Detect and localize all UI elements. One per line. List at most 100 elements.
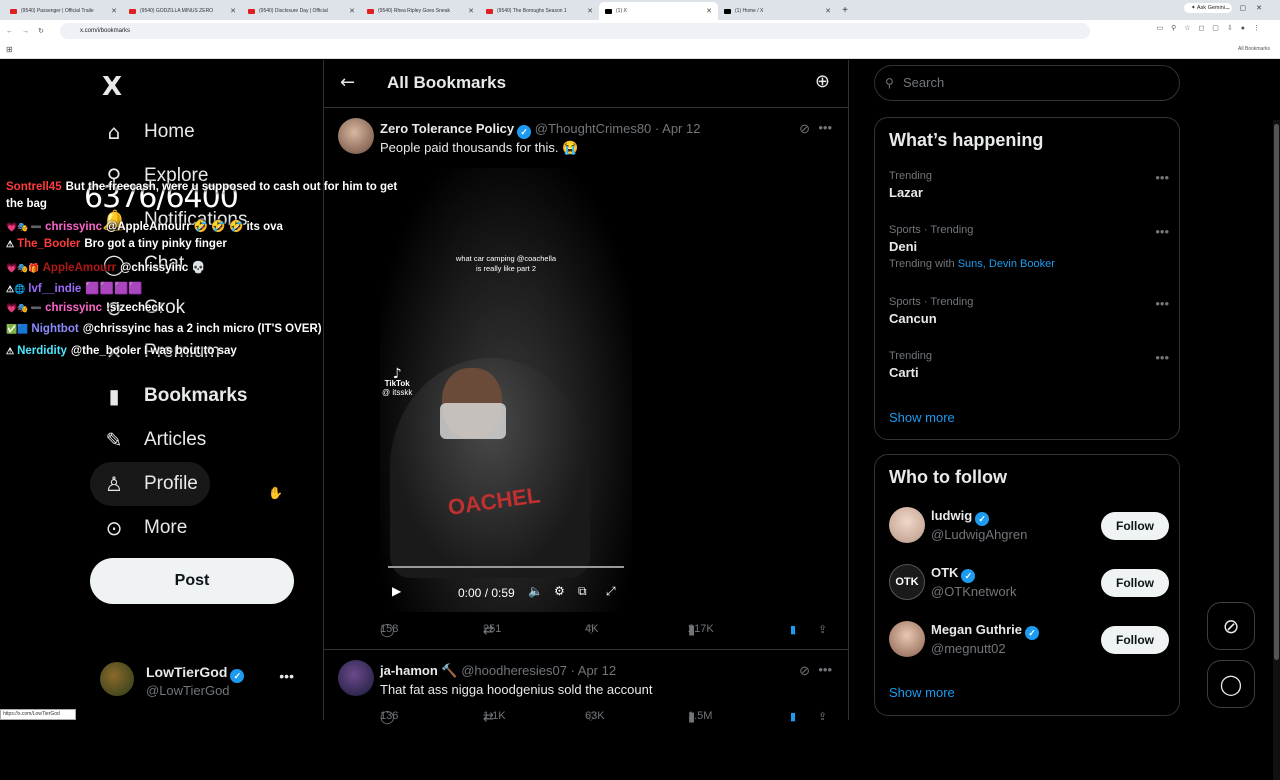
nav-item-notifications[interactable]: 🔔 Notifications [90, 198, 260, 242]
address-bar[interactable]: x.com/i/bookmarks [60, 23, 1090, 39]
nav-item-articles[interactable]: ✎ Articles [90, 418, 218, 462]
grok-icon[interactable]: ⊘ [799, 663, 810, 679]
browser-tab[interactable]: (1) X ✕ [599, 2, 718, 20]
trend-item[interactable]: Sports · Trending Cancun ••• [889, 296, 1169, 326]
follow-button[interactable]: Follow [1101, 569, 1169, 597]
tweet-date[interactable]: · Apr 12 [655, 121, 701, 136]
grok-icon[interactable]: ⊘ [799, 121, 810, 137]
close-tab-icon[interactable]: ✕ [706, 7, 712, 15]
tweet-video[interactable]: OACHEL what car camping @coachella is rea… [380, 168, 632, 612]
all-bookmarks-link[interactable]: All Bookmarks [1238, 46, 1270, 52]
back-arrow-icon[interactable]: ← [340, 72, 355, 93]
nav-item-explore[interactable]: ⚲ Explore [90, 154, 220, 198]
scrollbar-thumb[interactable] [1274, 124, 1279, 660]
close-tab-icon[interactable]: ✕ [468, 7, 474, 15]
reload-icon[interactable]: ↻ [38, 27, 44, 35]
more-dots-icon[interactable]: ••• [1155, 224, 1169, 239]
messages-fab-icon[interactable]: ◯ [1207, 660, 1255, 708]
close-tab-icon[interactable]: ✕ [230, 7, 236, 15]
apps-grid-icon[interactable]: ⊞ [6, 45, 13, 54]
more-dots-icon[interactable]: ••• [1155, 170, 1169, 185]
browser-tab[interactable]: (1) Home / X ✕ [718, 2, 837, 20]
scrollbar[interactable] [1273, 120, 1280, 780]
browser-tab[interactable]: (9540) The Boroughs Season 1 ✕ [480, 2, 599, 20]
close-tab-icon[interactable]: ✕ [111, 7, 117, 15]
forward-nav-icon[interactable]: → [22, 28, 29, 35]
play-icon[interactable]: ▶ [392, 584, 401, 598]
browser-tab[interactable]: (9540) GODZILLA MINUS ZERO ✕ [123, 2, 242, 20]
x-favicon-icon [724, 8, 731, 14]
grok-fab-icon[interactable]: ⊘ [1207, 602, 1255, 650]
browser-tab[interactable]: (9540) Disclosure Day | Official ✕ [242, 2, 361, 20]
show-more-link[interactable]: Show more [889, 685, 955, 700]
more-dots-icon[interactable]: ••• [818, 662, 832, 677]
back-nav-icon[interactable]: ← [6, 28, 13, 35]
trend-item[interactable]: Trending Carti ••• [889, 350, 1169, 380]
more-icon: ⊙ [105, 516, 123, 540]
window-controls[interactable]: –▢✕ [1226, 4, 1272, 12]
fullscreen-icon[interactable]: ⤢ [606, 584, 616, 599]
close-tab-icon[interactable]: ✕ [349, 7, 355, 15]
post-button[interactable]: Post [90, 558, 294, 604]
follow-button[interactable]: Follow [1101, 626, 1169, 654]
follow-suggestion[interactable]: OTK OTK ✓ @OTKnetwork Follow [889, 564, 1169, 608]
account-switcher[interactable]: LowTierGod ✓ @LowTierGod ••• [100, 660, 310, 704]
who-to-follow-panel: Who to follow ludwig ✓ @LudwigAhgren Foll… [874, 454, 1180, 716]
tweet-author[interactable]: ja-hamon 🔨 @hoodheresies07 · Apr 12 [380, 663, 616, 679]
tweet[interactable]: ja-hamon 🔨 @hoodheresies07 · Apr 12 ⊘ ••… [324, 650, 848, 725]
bookmark-icon[interactable]: ▮ [790, 623, 796, 636]
bookmark-icon[interactable]: ▮ [790, 710, 796, 723]
tweet[interactable]: Zero Tolerance Policy ✓ @ThoughtCrimes80 … [324, 108, 848, 649]
new-tab-button[interactable]: + [837, 2, 853, 20]
nav-item-bookmarks[interactable]: ▮ Bookmarks [90, 374, 260, 418]
pip-icon[interactable]: ⧉ [578, 584, 587, 599]
nav-item-label: More [144, 517, 188, 538]
close-tab-icon[interactable]: ✕ [825, 7, 831, 15]
show-more-link[interactable]: Show more [889, 410, 955, 425]
nav-item-label: Bookmarks [144, 385, 248, 406]
avatar[interactable]: OTK [889, 564, 925, 600]
nav-item-home[interactable]: ⌂ Home [90, 110, 207, 154]
more-dots-icon[interactable]: ••• [818, 120, 832, 135]
tweet-handle[interactable]: @hoodheresies07 [461, 663, 567, 678]
tiktok-watermark: ♪ TikTok @ itsskk [382, 366, 413, 397]
browser-tab[interactable]: (9540) Rhea Ripley Goes Sneak ✕ [361, 2, 480, 20]
follow-suggestion[interactable]: ludwig ✓ @LudwigAhgren Follow [889, 507, 1169, 551]
nav-item-label: Home [144, 121, 195, 142]
tweet-handle[interactable]: @ThoughtCrimes80 [535, 121, 652, 136]
follow-button[interactable]: Follow [1101, 512, 1169, 540]
more-dots-icon[interactable]: ••• [1155, 296, 1169, 311]
follow-suggestion[interactable]: Megan Guthrie ✓ @megnutt02 Follow [889, 621, 1169, 665]
nav-item-label: Premium [144, 341, 221, 362]
avatar[interactable] [889, 621, 925, 657]
tweet-author[interactable]: Zero Tolerance Policy ✓ @ThoughtCrimes80 … [380, 121, 700, 139]
share-icon[interactable]: ⇪ [818, 710, 827, 723]
bell-icon: 🔔 [102, 208, 127, 232]
close-tab-icon[interactable]: ✕ [587, 7, 593, 15]
bookmark-folder-icon[interactable]: ⊕ [815, 71, 830, 92]
trend-item[interactable]: Trending Lazar ••• [889, 170, 1169, 200]
tweet-date[interactable]: · Apr 12 [571, 663, 617, 678]
nav-item-more[interactable]: ⊙ More [90, 506, 199, 550]
more-dots-icon[interactable]: ••• [279, 668, 294, 684]
share-icon[interactable]: ⇪ [818, 623, 827, 636]
settings-icon[interactable]: ⚙ [554, 584, 565, 598]
avatar[interactable] [338, 118, 374, 154]
bookmarks-bar: ⊞ All Bookmarks [0, 42, 1280, 59]
x-logo-icon[interactable]: X [102, 72, 122, 102]
trend-item[interactable]: Sports · Trending Deni Trending with Suns,… [889, 224, 1169, 270]
profile-icon: ♙ [105, 472, 123, 496]
video-progress-bar[interactable] [388, 566, 624, 568]
verified-icon: ✓ [230, 669, 245, 683]
nav-item-profile[interactable]: ♙ Profile [90, 462, 210, 506]
nav-item-grok[interactable]: ⊘ Grok [90, 286, 197, 330]
toolbar-icons[interactable]: ▭⚲☆◻▢⇩●⋮ [1156, 24, 1268, 32]
browser-tab[interactable]: (9540) Passenger | Official Traile ✕ [4, 2, 123, 20]
search-input[interactable]: ⚲ Search [874, 65, 1180, 101]
volume-icon[interactable]: 🔈 [528, 584, 543, 598]
nav-item-chat[interactable]: ◯ Chat [90, 242, 196, 286]
more-dots-icon[interactable]: ••• [1155, 350, 1169, 365]
avatar[interactable] [889, 507, 925, 543]
nav-item-premium[interactable]: ✕ Premium [90, 330, 232, 374]
avatar[interactable] [338, 660, 374, 696]
